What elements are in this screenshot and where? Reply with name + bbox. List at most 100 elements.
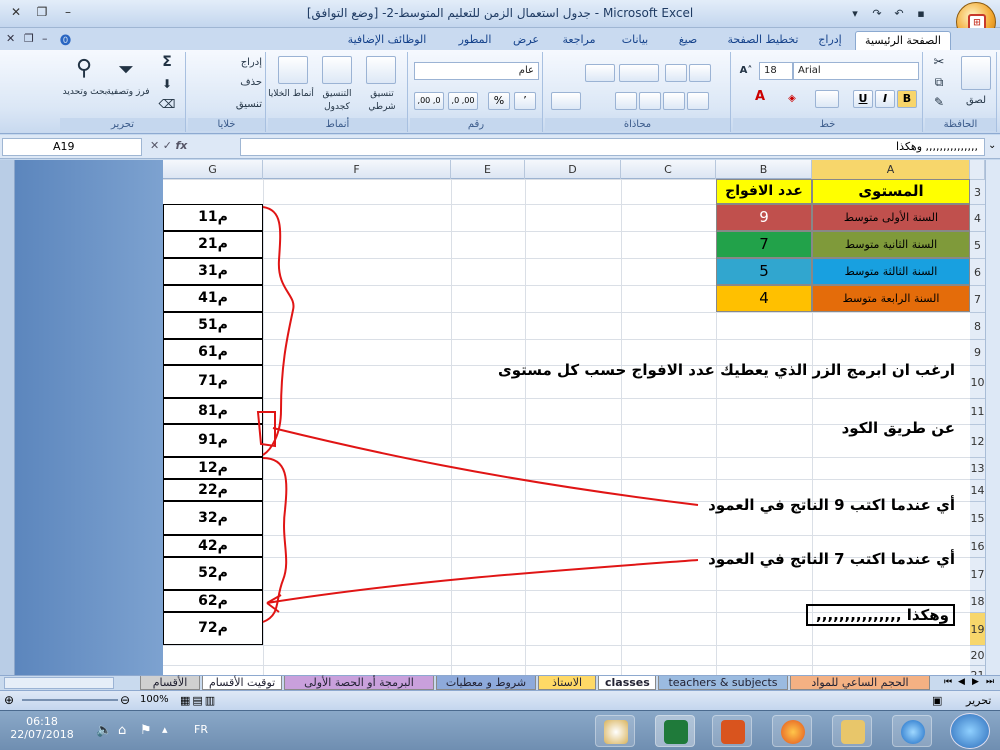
font-size-select[interactable]: 18 — [759, 62, 793, 80]
fill-icon[interactable]: ⬇ — [156, 78, 178, 91]
align-top-icon[interactable] — [665, 64, 687, 82]
workbook-close-icon[interactable]: ✕ — [6, 32, 15, 45]
undo-icon[interactable]: ↶ — [890, 5, 908, 23]
close-icon[interactable]: ✕ — [6, 5, 26, 19]
sheet-tab-classes[interactable]: classes — [598, 676, 656, 690]
sheet-tab-teachers[interactable]: teachers & subjects — [658, 676, 788, 690]
formula-input[interactable]: وهكذا ,,,,,,,,,,,,,,, — [240, 138, 985, 156]
tab-nav-prev-icon[interactable]: ◀ — [958, 677, 965, 687]
font-color-icon[interactable]: A — [747, 90, 773, 103]
tab-view[interactable]: عرض — [506, 31, 546, 50]
clear-icon[interactable]: ⌫ — [156, 98, 178, 111]
merge-center-icon[interactable] — [551, 92, 581, 110]
action-center-icon[interactable]: ⚑ — [140, 723, 152, 738]
format-table-button[interactable]: التنسيق كجدول — [314, 88, 360, 114]
orientation-icon[interactable] — [619, 64, 659, 82]
taskbar-excel[interactable] — [655, 715, 695, 747]
zoom-slider[interactable] — [22, 699, 118, 701]
autosum-button[interactable]: Σ — [156, 55, 178, 69]
name-box[interactable]: A19 — [2, 138, 142, 156]
sheet-tab-conditions[interactable]: شروط و معطيات — [436, 676, 536, 690]
conditional-format-button[interactable]: تنسيق شرطي — [360, 88, 404, 114]
underline-button[interactable]: U — [853, 90, 873, 108]
taskbar-explorer[interactable] — [832, 715, 872, 747]
left-scrollbar[interactable] — [0, 160, 15, 690]
redo-icon[interactable]: ↷ — [868, 5, 886, 23]
comma-button[interactable]: ٬ — [514, 92, 536, 110]
font-name-select[interactable]: Arial — [793, 62, 919, 80]
decrease-decimal-button[interactable]: ,0 ,00 — [448, 92, 478, 110]
align-center-icon[interactable] — [639, 92, 661, 110]
tab-formulas[interactable]: صيغ — [668, 31, 708, 50]
zoom-in-icon[interactable]: ⊕ — [4, 693, 14, 707]
cell-styles-icon[interactable] — [278, 56, 308, 84]
sheet-tab-hours[interactable]: الحجم الساعي للمواد — [790, 676, 930, 690]
cut-icon[interactable]: ✂ — [929, 56, 949, 69]
workbook-restore-icon[interactable]: ❐ — [24, 32, 34, 45]
format-table-icon[interactable] — [322, 56, 352, 84]
workbook-minimize-icon[interactable]: – — [42, 32, 48, 45]
zoom-out-icon[interactable]: ⊖ — [120, 693, 130, 707]
align-left-icon[interactable] — [663, 92, 685, 110]
find-icon[interactable]: ⚲ — [66, 56, 102, 82]
fill-color-icon[interactable]: ◈ — [779, 92, 805, 105]
taskbar-ie[interactable] — [892, 715, 932, 747]
enter-icon[interactable]: ✓ — [163, 139, 172, 152]
sort-filter-button[interactable]: فرز وتصفية — [106, 86, 150, 99]
sort-filter-icon[interactable]: ⏷ — [108, 56, 144, 82]
tab-nav-last-icon[interactable]: ⏭ — [986, 677, 994, 687]
tab-nav-next-icon[interactable]: ▶ — [972, 677, 979, 687]
language-indicator[interactable]: FR — [194, 723, 208, 736]
restore-icon[interactable]: ❐ — [32, 5, 52, 19]
macro-record-icon[interactable]: ▣ — [932, 694, 942, 707]
view-buttons-icon[interactable]: ▦▤▥ — [180, 694, 217, 707]
network-icon[interactable]: ⌂ — [118, 723, 126, 738]
percent-button[interactable]: % — [488, 92, 510, 110]
tab-home[interactable]: الصفحة الرئيسية — [855, 31, 951, 50]
minimize-icon[interactable]: – — [58, 5, 78, 19]
copy-icon[interactable]: ⧉ — [929, 76, 949, 89]
italic-button[interactable]: I — [875, 90, 895, 108]
taskbar-paint[interactable] — [595, 715, 635, 747]
cancel-icon[interactable]: ✕ — [150, 139, 159, 152]
increase-decimal-button[interactable]: ,00 ,0 — [414, 92, 444, 110]
wrap-text-icon[interactable] — [585, 64, 615, 82]
tab-page-layout[interactable]: تخطيط الصفحة — [720, 31, 806, 50]
cell-styles-button[interactable]: أنماط الخلايا — [268, 88, 314, 101]
tray-expand-icon[interactable]: ▴ — [162, 723, 168, 736]
tab-nav-first-icon[interactable]: ⏮ — [944, 677, 952, 687]
tab-review[interactable]: مراجعة — [552, 31, 606, 50]
insert-cells-button[interactable]: إدراج — [192, 56, 262, 69]
indent-icon[interactable] — [687, 92, 709, 110]
sheet-tab-programming[interactable]: البرمجة أو الحصة الأولى — [284, 676, 434, 690]
horizontal-scrollbar[interactable] — [4, 677, 114, 689]
tab-developer[interactable]: المطور — [450, 31, 500, 50]
conditional-format-icon[interactable] — [366, 56, 396, 84]
sheet-tab-timing[interactable]: توقيت الأقسام — [202, 676, 282, 690]
number-format-select[interactable]: عام — [414, 62, 539, 80]
qat-dropdown-icon[interactable]: ▾ — [846, 5, 864, 23]
tab-data[interactable]: بيانات — [610, 31, 660, 50]
borders-icon[interactable] — [815, 90, 839, 108]
taskbar-powerpoint[interactable] — [712, 715, 752, 747]
start-button[interactable] — [950, 713, 990, 749]
tab-insert[interactable]: إدراج — [806, 31, 854, 50]
sheet-tab-teacher[interactable]: الاستاذ — [538, 676, 596, 690]
format-painter-icon[interactable]: ✎ — [929, 96, 949, 109]
save-icon[interactable]: ▪ — [912, 5, 930, 23]
align-right-icon[interactable] — [615, 92, 637, 110]
tab-add-ins[interactable]: الوظائف الإضافية — [330, 31, 444, 50]
taskbar-firefox[interactable] — [772, 715, 812, 747]
worksheet-grid[interactable]: G F E D C B A 3 4 5 6 7 8 9 10 11 12 13 14 15 16 17 18 1… — [163, 160, 985, 675]
sheet-tab-sections[interactable]: الأقسام — [140, 676, 200, 690]
expand-formula-icon[interactable]: ⌄ — [988, 140, 996, 151]
grow-font-icon[interactable]: A˄ — [735, 64, 757, 77]
align-middle-icon[interactable] — [689, 64, 711, 82]
paste-button[interactable]: لصق — [959, 94, 993, 107]
format-cells-button[interactable]: تنسيق — [192, 98, 262, 111]
volume-icon[interactable]: 🔈 — [96, 723, 112, 738]
delete-cells-button[interactable]: حذف — [192, 76, 262, 89]
bold-button[interactable]: B — [897, 90, 917, 108]
zoom-level[interactable]: 100% — [140, 694, 169, 705]
insert-function-button[interactable]: fx — [175, 139, 187, 152]
